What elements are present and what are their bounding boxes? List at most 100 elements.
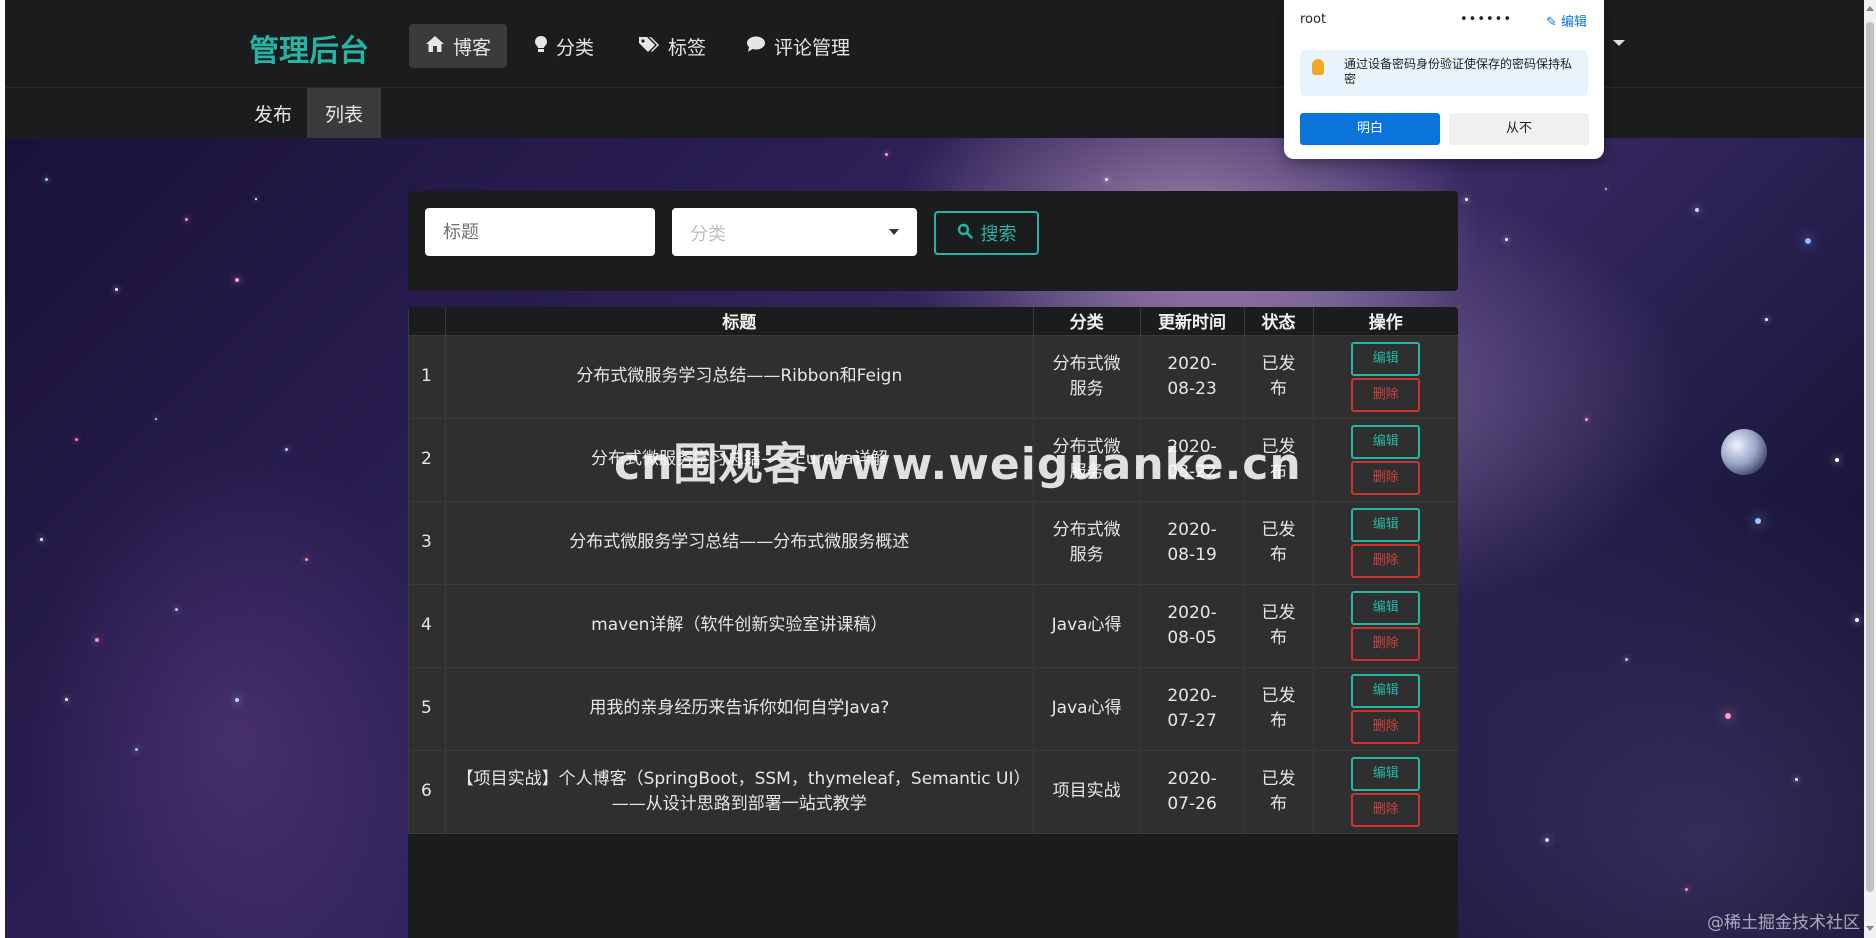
nav-item-label: 博客 [453, 36, 492, 59]
delete-button[interactable]: 删除 [1351, 792, 1421, 827]
edit-password-link[interactable]: ✎ 编辑 [1546, 11, 1587, 30]
star-decoration [155, 418, 157, 420]
star-decoration [65, 698, 68, 701]
star-decoration [1625, 658, 1628, 661]
row-title: 分布式微服务学习总结——Ribbon和Feign [444, 335, 1034, 419]
nav-item-label: 标签 [668, 36, 707, 59]
star-decoration [45, 178, 48, 181]
column-header-status: 状态 [1243, 307, 1314, 336]
row-title: 分布式微服务学习总结——分布式微服务概述 [444, 501, 1034, 585]
subnav-publish[interactable]: 发布 [236, 88, 310, 138]
title-search-input[interactable] [425, 208, 655, 256]
row-index: 5 [408, 667, 446, 751]
never-button[interactable]: 从不 [1449, 113, 1589, 145]
row-status: 已发布 [1243, 667, 1314, 751]
star-decoration [235, 698, 239, 702]
password-info-box: 通过设备密码身份验证使保存的密码保持私密 [1300, 50, 1588, 96]
lightbulb-icon [534, 35, 548, 58]
lightbulb-icon [1312, 59, 1324, 75]
star-decoration [1695, 208, 1699, 212]
delete-button[interactable]: 删除 [1351, 377, 1421, 412]
column-header-title: 标题 [444, 307, 1034, 336]
star-decoration [95, 638, 99, 642]
row-status: 已发布 [1243, 335, 1314, 419]
row-actions: 编辑 删除 [1312, 501, 1458, 585]
user-menu-caret-icon[interactable] [1613, 40, 1625, 46]
tags-icon [638, 35, 660, 58]
delete-button[interactable]: 删除 [1351, 543, 1421, 578]
star-decoration [235, 278, 239, 282]
star-decoration [1105, 178, 1108, 181]
row-index: 6 [408, 750, 446, 834]
comment-icon [746, 35, 766, 58]
nav-item-tags[interactable]: 标签 [622, 24, 722, 68]
delete-button[interactable]: 删除 [1351, 626, 1421, 661]
row-status: 已发布 [1243, 584, 1314, 668]
column-header-updated: 更新时间 [1139, 307, 1245, 336]
edit-button[interactable]: 编辑 [1351, 424, 1421, 459]
star-decoration [1725, 713, 1731, 719]
edit-button[interactable]: 编辑 [1351, 341, 1421, 376]
row-category: Java心得 [1032, 667, 1141, 751]
row-index: 2 [408, 418, 446, 502]
row-updated: 2020-08-05 [1139, 584, 1245, 668]
row-index: 3 [408, 501, 446, 585]
star-decoration [1855, 618, 1859, 622]
brand-logo[interactable]: 管理后台 [249, 26, 369, 70]
row-index: 4 [408, 584, 446, 668]
nav-item-comments[interactable]: 评论管理 [730, 24, 866, 68]
star-decoration [1505, 238, 1508, 241]
scrollbar-thumb[interactable] [1866, 22, 1874, 892]
star-decoration [305, 558, 308, 561]
edit-button[interactable]: 编辑 [1351, 673, 1421, 708]
nav-item-category[interactable]: 分类 [518, 24, 610, 68]
row-index: 1 [408, 335, 446, 419]
scroll-down-arrow-icon[interactable] [1866, 926, 1874, 931]
table-row: 4 maven详解（软件创新实验室讲课稿） Java心得 2020-08-05 已发布 编… [408, 584, 1458, 668]
saved-username: root [1300, 12, 1327, 27]
delete-button[interactable]: 删除 [1351, 460, 1421, 495]
table-row: 3 分布式微服务学习总结——分布式微服务概述 分布式微服务 2020-08-19 已发布… [408, 501, 1458, 585]
row-category: 项目实战 [1032, 750, 1141, 834]
search-button[interactable]: 搜索 [934, 211, 1039, 255]
star-decoration [175, 608, 178, 611]
nav-item-label: 评论管理 [774, 36, 851, 59]
row-title: 【项目实战】个人博客（SpringBoot，SSM，thymeleaf，Sema… [444, 750, 1034, 834]
pencil-icon: ✎ [1546, 15, 1557, 30]
star-decoration [1795, 778, 1798, 781]
row-category: 分布式微服务 [1032, 335, 1141, 419]
saved-password-mask: •••••• [1460, 12, 1513, 27]
edit-button[interactable]: 编辑 [1351, 756, 1421, 791]
scroll-up-arrow-icon[interactable] [1866, 6, 1874, 11]
category-select[interactable]: 分类 [672, 208, 917, 256]
row-updated: 2020-08-19 [1139, 501, 1245, 585]
edit-button[interactable]: 编辑 [1351, 590, 1421, 625]
table-row: 1 分布式微服务学习总结——Ribbon和Feign 分布式微服务 2020-08-2… [408, 335, 1458, 419]
row-category: Java心得 [1032, 584, 1141, 668]
star-decoration [1545, 838, 1549, 842]
nav-item-label: 分类 [556, 36, 595, 59]
star-decoration [75, 438, 78, 441]
home-icon [425, 35, 445, 58]
edit-button[interactable]: 编辑 [1351, 507, 1421, 542]
subnav-list[interactable]: 列表 [307, 88, 382, 138]
star-decoration [115, 288, 118, 291]
star-decoration [185, 218, 188, 221]
page-scrollbar[interactable] [1864, 0, 1876, 938]
star-decoration [1465, 198, 1468, 201]
chevron-down-icon [889, 229, 899, 235]
password-info-text: 通过设备密码身份验证使保存的密码保持私密 [1344, 57, 1573, 86]
table-header-row: 标题 分类 更新时间 状态 操作 [408, 307, 1458, 336]
row-title: maven详解（软件创新实验室讲课稿） [444, 584, 1034, 668]
star-decoration [885, 153, 888, 156]
column-header-actions: 操作 [1312, 307, 1458, 336]
blog-table: 标题 分类 更新时间 状态 操作 1 分布式微服务学习总结——Ribbon和Fei… [408, 307, 1458, 938]
row-actions: 编辑 删除 [1312, 418, 1458, 502]
got-it-button[interactable]: 明白 [1300, 113, 1440, 145]
delete-button[interactable]: 删除 [1351, 709, 1421, 744]
search-icon [957, 223, 973, 244]
nav-item-blog[interactable]: 博客 [409, 24, 508, 68]
row-title: 用我的亲身经历来告诉你如何自学Java? [444, 667, 1034, 751]
row-actions: 编辑 删除 [1312, 750, 1458, 834]
star-decoration [40, 538, 43, 541]
